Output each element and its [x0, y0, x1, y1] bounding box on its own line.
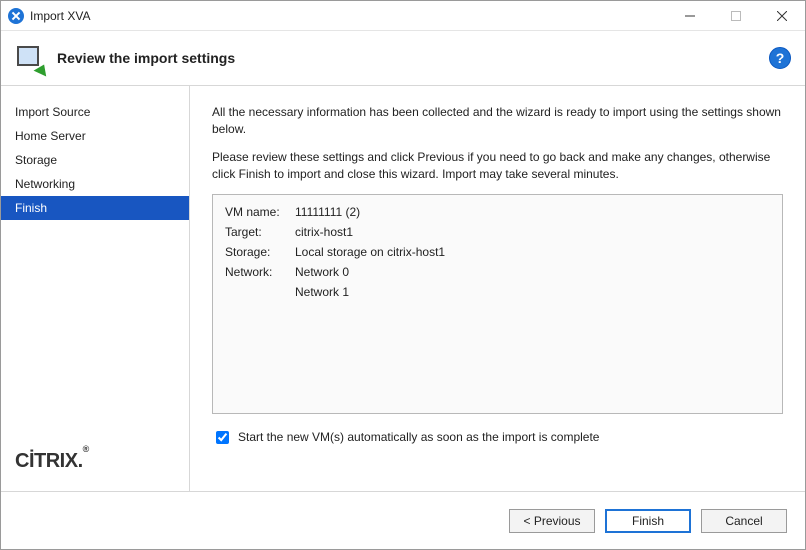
window-title: Import XVA — [30, 9, 90, 23]
page-title: Review the import settings — [57, 50, 769, 66]
autostart-checkbox[interactable] — [216, 431, 229, 444]
review-row-target: Target: citrix-host1 — [225, 225, 770, 239]
review-value: 11111111 (2) — [295, 205, 770, 219]
review-row-network: Network: Network 0 — [225, 265, 770, 279]
sidebar-item-finish[interactable]: Finish — [1, 196, 189, 220]
main-panel: All the necessary information has been c… — [190, 86, 805, 491]
cancel-button[interactable]: Cancel — [701, 509, 787, 533]
maximize-button — [713, 1, 759, 31]
sidebar-item-import-source[interactable]: Import Source — [1, 100, 189, 124]
review-key: Target: — [225, 225, 295, 239]
review-row-vm-name: VM name: 11111111 (2) — [225, 205, 770, 219]
minimize-button[interactable] — [667, 1, 713, 31]
wizard-icon — [15, 44, 47, 72]
brand-logo: CİTRIX.® — [1, 450, 189, 491]
review-key: Network: — [225, 265, 295, 279]
review-row-storage: Storage: Local storage on citrix-host1 — [225, 245, 770, 259]
sidebar-item-label: Networking — [15, 177, 75, 191]
window: Import XVA Review the import settings ? … — [0, 0, 806, 550]
wizard-body: Import Source Home Server Storage Networ… — [1, 86, 805, 491]
review-settings-box: VM name: 11111111 (2) Target: citrix-hos… — [212, 194, 783, 414]
review-value: Network 1 — [295, 285, 770, 299]
titlebar: Import XVA — [1, 1, 805, 31]
review-value: Network 0 — [295, 265, 770, 279]
close-button[interactable] — [759, 1, 805, 31]
review-key: Storage: — [225, 245, 295, 259]
sidebar-item-label: Home Server — [15, 129, 86, 143]
finish-button[interactable]: Finish — [605, 509, 691, 533]
help-button[interactable]: ? — [769, 47, 791, 69]
review-value: citrix-host1 — [295, 225, 770, 239]
autostart-checkbox-row[interactable]: Start the new VM(s) automatically as soo… — [212, 428, 783, 447]
sidebar: Import Source Home Server Storage Networ… — [1, 86, 190, 491]
review-key: VM name: — [225, 205, 295, 219]
wizard-footer: < Previous Finish Cancel — [1, 491, 805, 549]
sidebar-item-label: Storage — [15, 153, 57, 167]
previous-button[interactable]: < Previous — [509, 509, 595, 533]
intro-text-1: All the necessary information has been c… — [212, 104, 783, 139]
sidebar-item-networking[interactable]: Networking — [1, 172, 189, 196]
sidebar-item-storage[interactable]: Storage — [1, 148, 189, 172]
sidebar-item-label: Finish — [15, 201, 47, 215]
review-value: Local storage on citrix-host1 — [295, 245, 770, 259]
sidebar-item-label: Import Source — [15, 105, 90, 119]
review-row-network-extra: Network 1 — [225, 285, 770, 299]
autostart-label: Start the new VM(s) automatically as soo… — [238, 430, 599, 444]
app-icon — [8, 8, 24, 24]
sidebar-item-home-server[interactable]: Home Server — [1, 124, 189, 148]
intro-text-2: Please review these settings and click P… — [212, 149, 783, 184]
wizard-header: Review the import settings ? — [1, 31, 805, 86]
